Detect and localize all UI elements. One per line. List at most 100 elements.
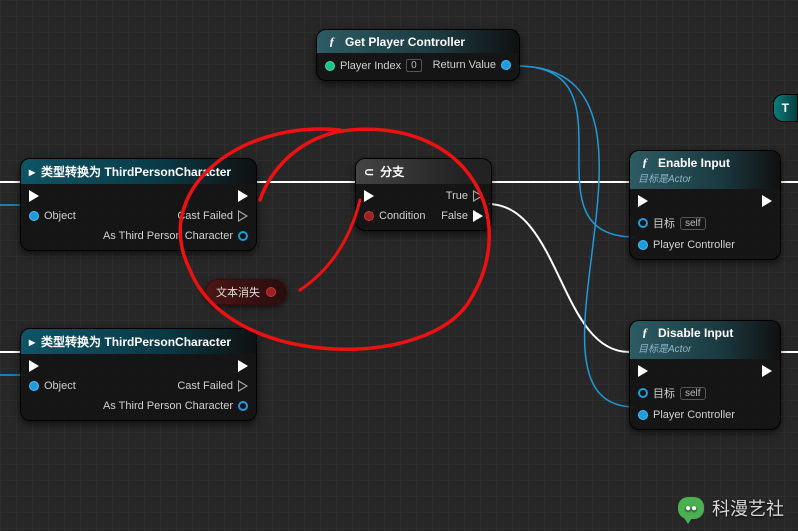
pin-exec-in[interactable] bbox=[638, 365, 735, 377]
exec-pin-icon bbox=[29, 190, 39, 202]
pin-exec-out[interactable] bbox=[103, 360, 248, 372]
pin-label: Return Value bbox=[433, 59, 496, 71]
node-header[interactable]: ▸ 类型转换为 ThirdPersonCharacter bbox=[21, 159, 256, 184]
pin-label: Object bbox=[44, 380, 76, 392]
function-icon: ƒ bbox=[638, 325, 652, 340]
node-get-player-controller[interactable]: ƒ Get Player Controller Player Index 0 R… bbox=[316, 29, 520, 81]
exec-pin-icon bbox=[238, 360, 248, 372]
node-header[interactable]: ƒ Get Player Controller bbox=[317, 30, 519, 53]
exec-pin-icon bbox=[238, 380, 248, 392]
player-index-value[interactable]: 0 bbox=[406, 59, 422, 72]
pin-exec-in[interactable] bbox=[364, 190, 425, 202]
node-header[interactable]: ƒ Enable Input 目标是Actor bbox=[630, 151, 780, 189]
node-subtitle: 目标是Actor bbox=[638, 170, 691, 185]
pin-exec-out[interactable] bbox=[762, 195, 772, 207]
blueprint-graph[interactable]: ƒ Get Player Controller Player Index 0 R… bbox=[0, 0, 798, 531]
node-header[interactable]: ⊂ 分支 bbox=[356, 159, 491, 184]
bool-pin-icon bbox=[266, 287, 276, 297]
self-value: self bbox=[680, 387, 706, 400]
pin-as-character[interactable]: As Third Person Character bbox=[103, 230, 248, 242]
pin-label: True bbox=[446, 190, 468, 202]
node-header[interactable]: ƒ Disable Input 目标是Actor bbox=[630, 321, 780, 359]
pin-player-controller[interactable]: Player Controller bbox=[638, 409, 735, 421]
pin-true[interactable]: True bbox=[441, 190, 483, 202]
node-cast-thirdperson-2[interactable]: ▸ 类型转换为 ThirdPersonCharacter Object Cast… bbox=[20, 328, 257, 421]
pin-object[interactable]: Object bbox=[29, 210, 76, 222]
pin-label: Player Index bbox=[340, 60, 401, 72]
pin-target[interactable]: 目标 self bbox=[638, 215, 735, 231]
variable-text-gone[interactable]: 文本消失 bbox=[205, 279, 287, 305]
cast-icon: ▸ bbox=[29, 165, 35, 179]
pin-false[interactable]: False bbox=[441, 210, 483, 222]
function-icon: ƒ bbox=[638, 155, 652, 170]
exec-pin-icon bbox=[29, 360, 39, 372]
object-pin-icon bbox=[638, 410, 648, 420]
pin-cast-failed[interactable]: Cast Failed bbox=[103, 210, 248, 222]
pin-exec-out[interactable] bbox=[762, 365, 772, 377]
pin-label: As Third Person Character bbox=[103, 400, 233, 412]
exec-pin-icon bbox=[238, 210, 248, 222]
pin-label: 目标 bbox=[653, 215, 675, 231]
pin-exec-in[interactable] bbox=[29, 190, 76, 202]
exec-pin-icon bbox=[762, 365, 772, 377]
node-title: Disable Input bbox=[658, 326, 733, 340]
branch-icon: ⊂ bbox=[364, 165, 374, 179]
node-title: 类型转换为 ThirdPersonCharacter bbox=[41, 163, 231, 180]
wechat-icon: ●● bbox=[678, 497, 704, 519]
exec-pin-icon bbox=[473, 210, 483, 222]
node-disable-input[interactable]: ƒ Disable Input 目标是Actor 目标 self Player … bbox=[629, 320, 781, 430]
object-pin-icon bbox=[638, 388, 648, 398]
node-title: T bbox=[782, 101, 789, 115]
node-branch[interactable]: ⊂ 分支 Condition True False bbox=[355, 158, 492, 231]
node-title: 类型转换为 ThirdPersonCharacter bbox=[41, 333, 231, 350]
pin-condition[interactable]: Condition bbox=[364, 210, 425, 222]
cast-icon: ▸ bbox=[29, 335, 35, 349]
pin-player-index[interactable]: Player Index 0 bbox=[325, 59, 422, 72]
exec-pin-icon bbox=[238, 190, 248, 202]
pin-label: Player Controller bbox=[653, 239, 735, 251]
pin-object[interactable]: Object bbox=[29, 380, 76, 392]
pin-exec-out[interactable] bbox=[103, 190, 248, 202]
pin-label: As Third Person Character bbox=[103, 230, 233, 242]
object-pin-icon bbox=[29, 381, 39, 391]
pin-player-controller[interactable]: Player Controller bbox=[638, 239, 735, 251]
node-title: 分支 bbox=[380, 163, 404, 180]
pin-exec-in[interactable] bbox=[638, 195, 735, 207]
pin-exec-in[interactable] bbox=[29, 360, 76, 372]
self-value: self bbox=[680, 217, 706, 230]
object-pin-icon bbox=[238, 231, 248, 241]
pin-label: Object bbox=[44, 210, 76, 222]
node-header[interactable]: ▸ 类型转换为 ThirdPersonCharacter bbox=[21, 329, 256, 354]
pin-label: False bbox=[441, 210, 468, 222]
node-subtitle: 目标是Actor bbox=[638, 340, 691, 355]
exec-pin-icon bbox=[762, 195, 772, 207]
object-pin-icon bbox=[638, 218, 648, 228]
pin-label: Cast Failed bbox=[177, 210, 233, 222]
node-title: Enable Input bbox=[658, 156, 730, 170]
exec-pin-icon bbox=[638, 195, 648, 207]
watermark-text: 科漫艺社 bbox=[712, 495, 784, 521]
pin-target[interactable]: 目标 self bbox=[638, 385, 735, 401]
pin-as-character[interactable]: As Third Person Character bbox=[103, 400, 248, 412]
node-enable-input[interactable]: ƒ Enable Input 目标是Actor 目标 self Player C… bbox=[629, 150, 781, 260]
pin-label: Condition bbox=[379, 210, 425, 222]
object-pin-icon bbox=[238, 401, 248, 411]
exec-pin-icon bbox=[473, 190, 483, 202]
node-title: Get Player Controller bbox=[345, 35, 465, 49]
pin-return-value[interactable]: Return Value bbox=[433, 59, 511, 71]
bool-pin-icon bbox=[364, 211, 374, 221]
object-pin-icon bbox=[29, 211, 39, 221]
pin-label: Cast Failed bbox=[177, 380, 233, 392]
variable-label: 文本消失 bbox=[216, 284, 260, 300]
node-clipped-teal[interactable]: T bbox=[773, 94, 798, 122]
exec-pin-icon bbox=[638, 365, 648, 377]
watermark: ●● 科漫艺社 bbox=[678, 495, 784, 521]
function-icon: ƒ bbox=[325, 34, 339, 49]
int-pin-icon bbox=[325, 61, 335, 71]
node-cast-thirdperson-1[interactable]: ▸ 类型转换为 ThirdPersonCharacter Object Cast… bbox=[20, 158, 257, 251]
object-pin-icon bbox=[638, 240, 648, 250]
pin-cast-failed[interactable]: Cast Failed bbox=[103, 380, 248, 392]
object-pin-icon bbox=[501, 60, 511, 70]
pin-label: Player Controller bbox=[653, 409, 735, 421]
exec-pin-icon bbox=[364, 190, 374, 202]
